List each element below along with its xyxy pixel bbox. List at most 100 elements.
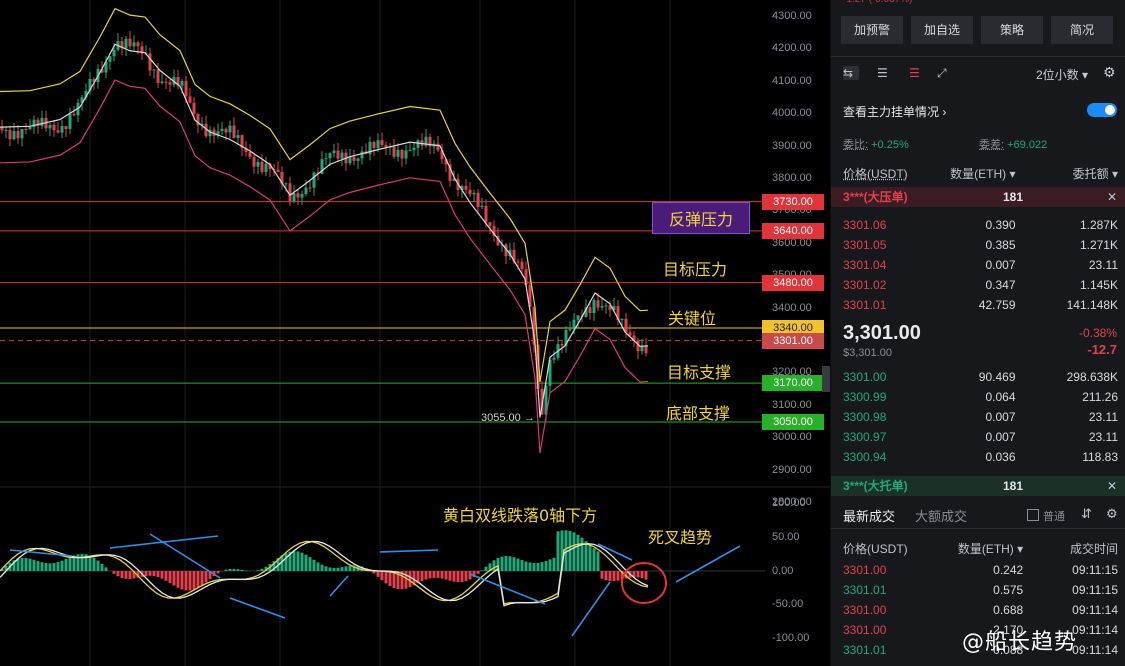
bid-row[interactable]: 3300.98 0.007 23.11 [843,410,1118,424]
candle-body [8,129,12,140]
candle-body [28,126,32,130]
macd-histogram-bar [160,571,164,579]
panel-collapse-handle[interactable] [822,366,830,392]
watermark: @船长趋势 [962,630,1078,655]
add-alert-button[interactable]: 加预警 [841,16,903,44]
annotation-arrow [379,549,439,553]
macd-histogram-bar [592,548,596,571]
candle-body [576,315,580,320]
close-icon[interactable]: ✕ [1107,476,1117,496]
macd-histogram-bar [544,560,548,571]
macd-histogram-bar [332,567,336,571]
bollinger-upper-line [0,7,649,382]
candle-body [376,140,380,148]
candle-body [136,42,140,47]
decimal-select[interactable]: 2位小数 ▾ [1036,66,1088,83]
macd-histogram-bar [124,571,128,579]
y-axis-label: 2900.00 [772,463,812,476]
macd-histogram-bar [296,551,300,571]
strategy-button[interactable]: 策略 [981,16,1043,44]
candle-body [132,42,136,47]
settings-gear-icon[interactable]: ⚙ [1103,64,1116,81]
bid-row[interactable]: 3300.94 0.036 118.83 [843,450,1118,464]
macd-histogram-bar [556,531,560,571]
macd-histogram-bar [144,571,148,577]
candle-body [300,193,304,198]
candle-body [128,38,132,47]
candle-body [416,140,420,148]
macd-histogram-bar [476,571,480,574]
bid-row[interactable]: 3300.99 0.064 211.26 [843,390,1118,404]
macd-histogram-bar [636,571,640,578]
bid-row[interactable]: 3301.00 90.469 298.638K [843,370,1118,384]
macd-histogram-bar [68,557,72,571]
both-sides-view-icon[interactable]: ⇆ [843,66,859,80]
candle-body [220,128,224,132]
ask-row[interactable]: 3301.01 42.759 141.148K [843,298,1118,312]
candle-body [48,124,52,129]
overview-button[interactable]: 简况 [1051,16,1113,44]
candle-body [328,153,332,159]
candle-body [292,193,296,202]
candle-body [312,172,316,188]
macd-histogram-bar [404,571,408,589]
candle-body [284,183,288,185]
filter-icon[interactable]: ⇵ [1081,506,1092,522]
candle-body [568,329,572,331]
ask-row[interactable]: 3301.06 0.390 1.287K [843,218,1118,232]
bids-view-icon[interactable]: ☰ [877,66,893,80]
annotation-arrow [329,575,349,597]
candle-body [64,126,68,129]
candle-body [412,147,416,151]
macd-histogram-bar [56,562,60,571]
big-ask-banner[interactable]: 3***(大压单) 181 ✕ [831,187,1125,207]
candlestick-chart[interactable]: 反弹压力 目标压力 关键位 目标支撑 底部支撑 黄白双线跌落0轴下方 死叉趋势 … [0,0,830,666]
candle-body [40,117,44,126]
candle-body [260,161,264,172]
y-axis-label: 3100.00 [772,398,812,411]
candle-body [552,357,556,360]
candle-body [404,150,408,159]
macd-histogram-bar [520,560,524,571]
macd-histogram-bar [440,571,444,579]
macd-histogram-bar [336,567,340,571]
trade-row: 3301.00 0.242 09:11:15 [843,563,1118,577]
settings-icon[interactable]: ⚙ [1106,506,1118,522]
tab-latest-trades[interactable]: 最新成交 [843,506,895,525]
expand-view-icon[interactable]: ⤢ [937,66,953,80]
ask-row[interactable]: 3301.02 0.347 1.145K [843,278,1118,292]
macd-histogram-bar [188,571,192,591]
ask-row[interactable]: 3301.05 0.385 1.271K [843,238,1118,252]
macd-histogram-bar [232,568,236,571]
macd-histogram-bar [580,537,584,571]
main-orders-toggle[interactable] [1087,103,1117,117]
order-book-panel: -1.27 (-0.037%) 加预警 加自选 策略 简况 ⇆ ☰ ☰ ⤢ 2位… [831,0,1125,666]
candle-body [468,189,472,195]
change-absolute: -12.7 [1087,342,1117,357]
ask-row[interactable]: 3301.04 0.007 23.11 [843,258,1118,272]
macd-dif-line [0,540,649,607]
normal-checkbox[interactable] [1027,509,1039,521]
last-price: 3,301.00 [843,322,921,344]
macd-histogram-bar [184,571,188,591]
asks-view-icon[interactable]: ☰ [909,66,925,80]
macd-histogram-bar [44,563,48,571]
close-icon[interactable]: ✕ [1107,187,1117,207]
candle-body [408,150,412,152]
big-bid-banner[interactable]: 3***(大托单) 181 ✕ [831,476,1125,496]
tab-large-trades[interactable]: 大额成交 [915,506,967,525]
candle-body [480,205,484,207]
macd-histogram-bar [316,562,320,571]
bid-row[interactable]: 3300.97 0.007 23.11 [843,430,1118,444]
macd-histogram-bar [340,567,344,571]
macd-histogram-bar [444,571,448,580]
y-axis-label: 3000.00 [772,431,812,444]
main-orders-link[interactable]: 查看主力挂单情况 › [843,103,946,120]
candle-body [232,125,236,139]
macd-histogram-bar [156,571,160,578]
candle-body [72,113,76,116]
macd-histogram-bar [456,571,460,583]
macd-histogram-bar [224,569,228,571]
add-watchlist-button[interactable]: 加自选 [911,16,973,44]
candle-body [356,158,360,161]
